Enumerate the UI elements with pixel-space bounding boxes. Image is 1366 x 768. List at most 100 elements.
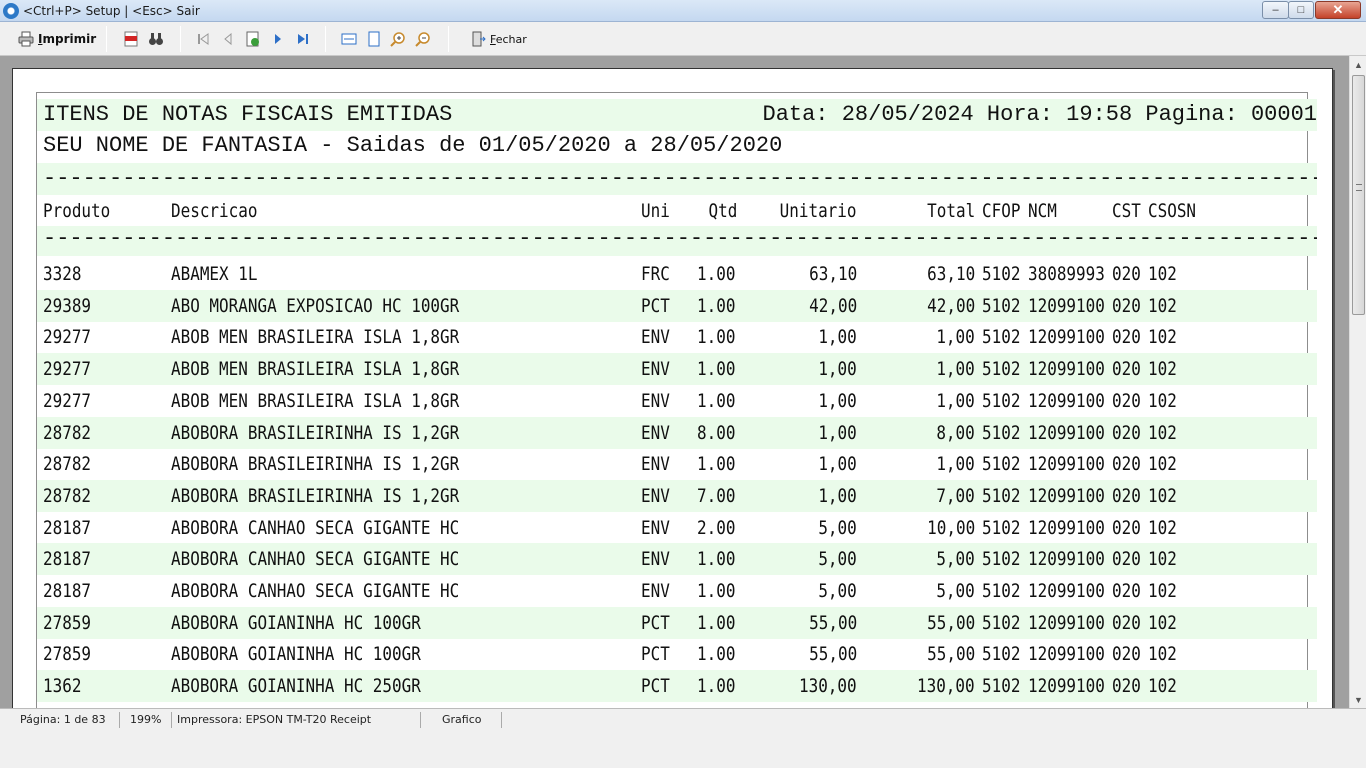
zoom-out-button[interactable] bbox=[415, 28, 435, 50]
cell-cfop: 5102 bbox=[982, 548, 1021, 571]
whole-page-button[interactable] bbox=[366, 28, 386, 50]
cell-qtd: 2.00 bbox=[697, 516, 736, 539]
cell-cst: 020 bbox=[1112, 484, 1141, 507]
col-header-qtd: Qtd bbox=[708, 200, 737, 222]
scroll-up-icon[interactable]: ▲ bbox=[1350, 56, 1366, 73]
close-window-button[interactable]: ✕ bbox=[1315, 1, 1361, 19]
cell-total: 5,00 bbox=[936, 548, 975, 571]
cell-uni: ENV bbox=[641, 580, 670, 602]
zoom-in-button[interactable] bbox=[390, 28, 410, 50]
table-row: 29277 ABOB MEN BRASILEIRA ISLA 1,8GR ENV 1.… bbox=[37, 385, 1317, 417]
cell-csosn: 102 bbox=[1148, 675, 1177, 698]
cell-produto: 28782 bbox=[43, 421, 92, 444]
grip-icon bbox=[1356, 184, 1362, 191]
report-toolbar: Imprimir Fechar bbox=[0, 22, 1366, 56]
cell-unitario: 1,00 bbox=[818, 484, 857, 507]
first-page-button[interactable] bbox=[195, 28, 215, 50]
cell-cst: 020 bbox=[1112, 326, 1141, 349]
cell-total: 10,00 bbox=[926, 516, 975, 539]
cell-ncm: 38089993 bbox=[1028, 263, 1105, 285]
report-page: ITENS DE NOTAS FISCAIS EMITIDAS Data: 28… bbox=[12, 68, 1333, 708]
report-preview-area[interactable]: ITENS DE NOTAS FISCAIS EMITIDAS Data: 28… bbox=[0, 56, 1366, 708]
next-page-button[interactable] bbox=[270, 28, 290, 50]
table-row: 28187 ABOBORA CANHAO SECA GIGANTE HC ENV 1.… bbox=[37, 543, 1317, 576]
cell-descricao: ABO MORANGA EXPOSICAO HC 100GR bbox=[171, 294, 460, 317]
table-row: 28187 ABOBORA CANHAO SECA GIGANTE HC ENV 1.… bbox=[37, 575, 1317, 607]
cell-uni: ENV bbox=[641, 516, 670, 539]
cell-descricao: ABOB MEN BRASILEIRA ISLA 1,8GR bbox=[171, 358, 460, 381]
cell-ncm: 12099100 bbox=[1028, 675, 1105, 698]
cell-total: 55,00 bbox=[926, 643, 975, 666]
cell-produto: 28187 bbox=[43, 580, 92, 602]
toolbar-separator bbox=[325, 26, 326, 52]
cell-qtd: 1.00 bbox=[697, 611, 736, 634]
cell-csosn: 102 bbox=[1148, 643, 1177, 666]
last-page-button[interactable] bbox=[295, 28, 315, 50]
cell-qtd: 1.00 bbox=[697, 643, 736, 666]
cell-cfop: 5102 bbox=[982, 421, 1021, 444]
cell-qtd: 1.00 bbox=[697, 294, 736, 317]
export-pdf-button[interactable] bbox=[123, 28, 143, 50]
column-header-row: Produto Descricao Uni Qtd Unitario Total… bbox=[37, 195, 1317, 225]
page-width-button[interactable] bbox=[341, 28, 361, 50]
vertical-scrollbar[interactable]: ▲ ▼ bbox=[1349, 56, 1366, 708]
find-button[interactable] bbox=[148, 28, 168, 50]
status-mode: Grafico bbox=[438, 712, 502, 728]
cell-csosn: 102 bbox=[1148, 548, 1177, 571]
close-report-button[interactable]: Fechar bbox=[470, 28, 527, 50]
table-row: 1362 ABOBORA GOIANINHA HC 250GR PCT 1.00 130… bbox=[37, 670, 1317, 703]
cell-qtd: 7.00 bbox=[697, 484, 736, 507]
scroll-down-icon[interactable]: ▼ bbox=[1350, 691, 1366, 708]
cell-unitario: 5,00 bbox=[818, 516, 857, 539]
cell-produto: 29277 bbox=[43, 389, 92, 412]
report-subtitle: SEU NOME DE FANTASIA - Saidas de 01/05/2… bbox=[43, 133, 783, 158]
scrollbar-thumb[interactable] bbox=[1352, 75, 1365, 315]
cell-ncm: 12099100 bbox=[1028, 580, 1105, 602]
cell-descricao: ABOBORA BRASILEIRINHA IS 1,2GR bbox=[171, 421, 460, 444]
cell-csosn: 102 bbox=[1148, 516, 1177, 539]
cell-descricao: ABOBORA GOIANINHA HC 100GR bbox=[171, 643, 421, 666]
cell-uni: ENV bbox=[641, 548, 670, 571]
maximize-button[interactable]: □ bbox=[1288, 1, 1314, 19]
cell-uni: PCT bbox=[641, 643, 670, 666]
cell-csosn: 102 bbox=[1148, 580, 1177, 602]
cell-produto: 28782 bbox=[43, 453, 92, 476]
last-page-icon bbox=[295, 31, 311, 47]
cell-produto: 27859 bbox=[43, 611, 92, 634]
table-row: 27859 ABOBORA GOIANINHA HC 100GR PCT 1.00 55… bbox=[37, 638, 1317, 670]
cell-cst: 020 bbox=[1112, 389, 1141, 412]
cell-uni: ENV bbox=[641, 389, 670, 412]
print-button[interactable]: Imprimir bbox=[18, 28, 96, 50]
cell-unitario: 1,00 bbox=[818, 326, 857, 349]
col-header-csosn: CSOSN bbox=[1148, 200, 1197, 222]
cell-csosn: 102 bbox=[1148, 453, 1177, 476]
status-zoom: 199% bbox=[126, 712, 172, 728]
cell-cst: 020 bbox=[1112, 580, 1141, 602]
cell-uni: ENV bbox=[641, 453, 670, 476]
cell-csosn: 102 bbox=[1148, 358, 1177, 381]
previous-page-button[interactable] bbox=[220, 28, 240, 50]
previous-page-icon bbox=[220, 31, 236, 47]
print-label: Imprimir bbox=[38, 32, 97, 46]
table-row: 28187 ABOBORA CANHAO SECA GIGANTE HC ENV 2.… bbox=[37, 512, 1317, 544]
goto-page-button[interactable] bbox=[245, 28, 265, 50]
cell-csosn: 102 bbox=[1148, 421, 1177, 444]
app-icon bbox=[3, 3, 19, 19]
cell-total: 7,00 bbox=[936, 484, 975, 507]
col-header-produto: Produto bbox=[43, 200, 111, 222]
cell-cfop: 5102 bbox=[982, 580, 1021, 602]
cell-unitario: 1,00 bbox=[818, 453, 857, 476]
goto-page-icon bbox=[245, 31, 261, 47]
minimize-button[interactable]: – bbox=[1262, 1, 1289, 19]
cell-descricao: ABOB MEN BRASILEIRA ISLA 1,8GR bbox=[171, 389, 460, 412]
cell-ncm: 12099100 bbox=[1028, 643, 1105, 666]
cell-cst: 020 bbox=[1112, 294, 1141, 317]
cell-cst: 020 bbox=[1112, 548, 1141, 571]
cell-csosn: 102 bbox=[1148, 326, 1177, 349]
cell-ncm: 12099100 bbox=[1028, 421, 1105, 444]
whole-page-icon bbox=[366, 31, 382, 47]
cell-total: 1,00 bbox=[936, 453, 975, 476]
cell-qtd: 1.00 bbox=[697, 358, 736, 381]
cell-descricao: ABOBORA GOIANINHA HC 250GR bbox=[171, 675, 421, 698]
cell-produto: 28187 bbox=[43, 548, 92, 571]
